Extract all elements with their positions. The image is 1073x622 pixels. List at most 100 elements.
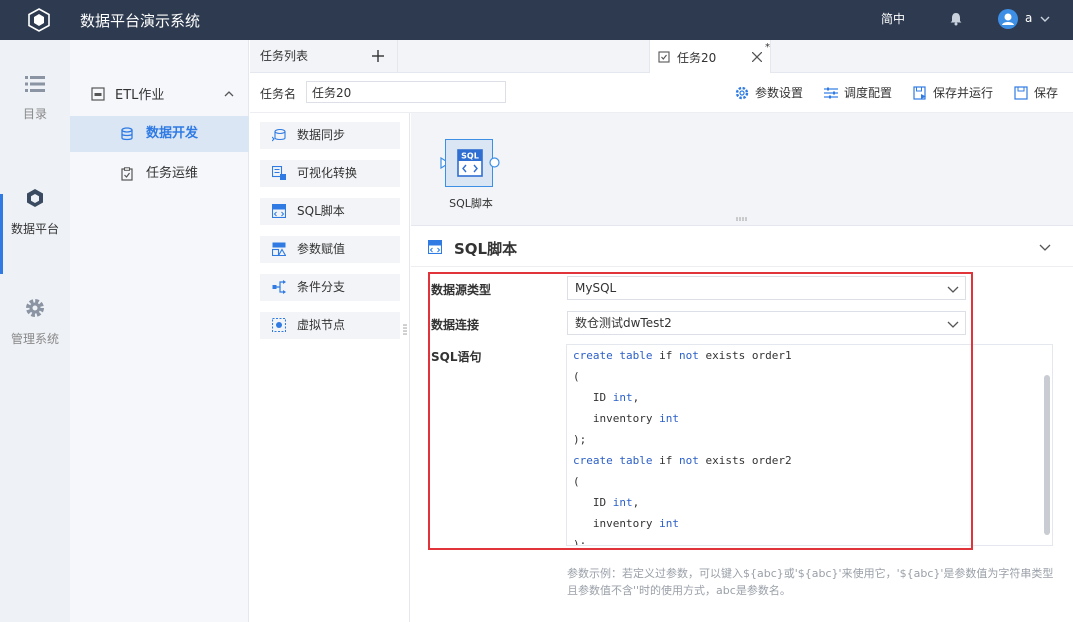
code-keyword: not [678, 454, 699, 467]
param-hint: 参数示例：若定义过参数，可以键入${abc}或'${abc}'来使用它，'${a… [567, 567, 1054, 597]
rail-item-admin[interactable]: 管理系统 [0, 298, 70, 388]
sql-badge-text: SQL [461, 152, 479, 161]
code-line: ID int, [573, 492, 792, 513]
connection-label: 数据连接 [431, 318, 480, 332]
code-token: ID [573, 391, 613, 404]
sync-icon [272, 128, 286, 142]
nav-item-label: 数据开发 [146, 126, 199, 141]
taskname-label: 任务名 [260, 87, 297, 101]
chevron-down-icon [947, 286, 959, 293]
palette-label: 可视化转换 [297, 166, 358, 180]
code-line: create table if not exists order2 [573, 450, 792, 471]
code-token: inventory [573, 412, 660, 425]
palette-item-virtual-node[interactable]: 虚拟节点 [260, 312, 400, 339]
nav-group-label: ETL作业 [115, 88, 165, 103]
flow-canvas[interactable]: SQL SQL脚本 [411, 113, 1073, 226]
top-bar: 数据平台演示系统 简中 a [0, 0, 1073, 40]
clipboard-check-icon [121, 167, 133, 181]
nav-panel: ETL作业 数据开发 任务运维 [70, 40, 249, 622]
sql-node[interactable]: SQL [445, 139, 493, 187]
tab-label: 任务20 [677, 51, 717, 65]
taskname-input[interactable] [306, 81, 506, 103]
code-token: exists order1 [698, 349, 792, 362]
nav-item-data-dev[interactable]: 数据开发 [70, 116, 249, 152]
palette-label: 数据同步 [297, 128, 346, 142]
sql-node-icon: SQL [457, 149, 483, 177]
code-token: ( [573, 370, 580, 383]
code-token: exists order2 [698, 454, 792, 467]
params-label: 参数设置 [755, 86, 804, 100]
datasource-type-value: MySQL [575, 281, 617, 295]
code-token: ); [573, 538, 587, 546]
panel-header[interactable]: SQL脚本 [411, 227, 1073, 267]
rail-label: 管理系统 [10, 332, 59, 346]
code-keyword: create table [573, 349, 653, 362]
chevron-up-icon[interactable] [223, 88, 235, 100]
sql-code: create table if not exists order1 ( ID in… [573, 345, 792, 546]
sql-icon [428, 240, 442, 254]
code-line: ID int, [573, 387, 792, 408]
rail-item-catalog[interactable]: 目录 [0, 75, 70, 165]
rail-label: 目录 [22, 107, 47, 121]
tab-bar: 任务列表 任务20 * [250, 40, 1073, 74]
code-keyword: not [678, 349, 699, 362]
splitter-handle-icon[interactable] [736, 217, 748, 221]
resize-handle-icon[interactable] [403, 324, 407, 336]
bell-icon[interactable] [949, 12, 963, 26]
connection-select[interactable]: 数仓测试dwTest2 [567, 311, 966, 335]
palette-item-data-sync[interactable]: 数据同步 [260, 122, 400, 149]
chevron-down-icon[interactable] [1039, 13, 1051, 25]
datasource-type-select[interactable]: MySQL [567, 276, 966, 300]
plus-icon[interactable] [372, 50, 384, 62]
editor-scrollbar[interactable] [1044, 375, 1050, 535]
code-token: inventory [573, 517, 660, 530]
code-token: ID [573, 496, 613, 509]
output-port-icon[interactable] [489, 157, 500, 168]
palette-item-param-assign[interactable]: 参数赋值 [260, 236, 400, 263]
nav-item-ops[interactable]: 任务运维 [70, 156, 249, 192]
virtual-node-icon [272, 318, 286, 332]
code-token: , [632, 391, 640, 404]
tab-task20[interactable]: 任务20 * [649, 40, 771, 74]
code-token: if [652, 349, 679, 362]
gear-icon [26, 299, 44, 317]
avatar[interactable] [998, 9, 1018, 29]
tab-label: 任务列表 [260, 49, 309, 63]
logo-icon [28, 8, 50, 32]
close-icon[interactable] [752, 52, 762, 62]
cube-icon [27, 189, 43, 207]
code-token: ( [573, 475, 580, 488]
nav-group-etl[interactable]: ETL作业 [70, 80, 249, 116]
palette-item-sql-script[interactable]: SQL脚本 [260, 198, 400, 225]
code-line: ( [573, 471, 792, 492]
code-token: if [652, 454, 679, 467]
list-icon [25, 76, 45, 92]
chevron-down-icon [947, 321, 959, 328]
code-keyword: int [659, 412, 679, 425]
code-line: inventory int [573, 513, 792, 534]
rail-item-data-platform[interactable]: 数据平台 [0, 188, 70, 278]
datasource-type-label: 数据源类型 [431, 283, 492, 297]
palette-label: SQL脚本 [297, 204, 345, 218]
task-icon [658, 51, 670, 63]
save-run-label: 保存并运行 [933, 86, 994, 100]
chevron-down-icon[interactable] [1039, 241, 1051, 253]
user-icon [1002, 13, 1014, 25]
modified-mark: * [765, 42, 770, 53]
username[interactable]: a [1025, 11, 1032, 25]
node-palette: 数据同步 可视化转换 SQL脚本 参数赋值 条件分支 虚拟节点 [250, 113, 410, 622]
code-line: ); [573, 534, 792, 546]
node-config-panel: SQL脚本 数据源类型 MySQL 数据连接 数仓测试dwTest2 SQL语句… [411, 227, 1073, 622]
sql-label: SQL语句 [431, 350, 482, 364]
sliders-icon [824, 87, 838, 99]
palette-item-visual-transform[interactable]: 可视化转换 [260, 160, 400, 187]
palette-label: 虚拟节点 [297, 318, 346, 332]
connection-value: 数仓测试dwTest2 [575, 316, 672, 330]
palette-item-branch[interactable]: 条件分支 [260, 274, 400, 301]
language-switch[interactable]: 简中 [881, 10, 905, 27]
panel-title: SQL脚本 [454, 240, 518, 258]
rail-label: 数据平台 [10, 222, 59, 236]
sql-editor[interactable]: create table if not exists order1 ( ID in… [566, 344, 1053, 546]
code-keyword: int [659, 517, 679, 530]
param-assign-icon [272, 242, 286, 256]
